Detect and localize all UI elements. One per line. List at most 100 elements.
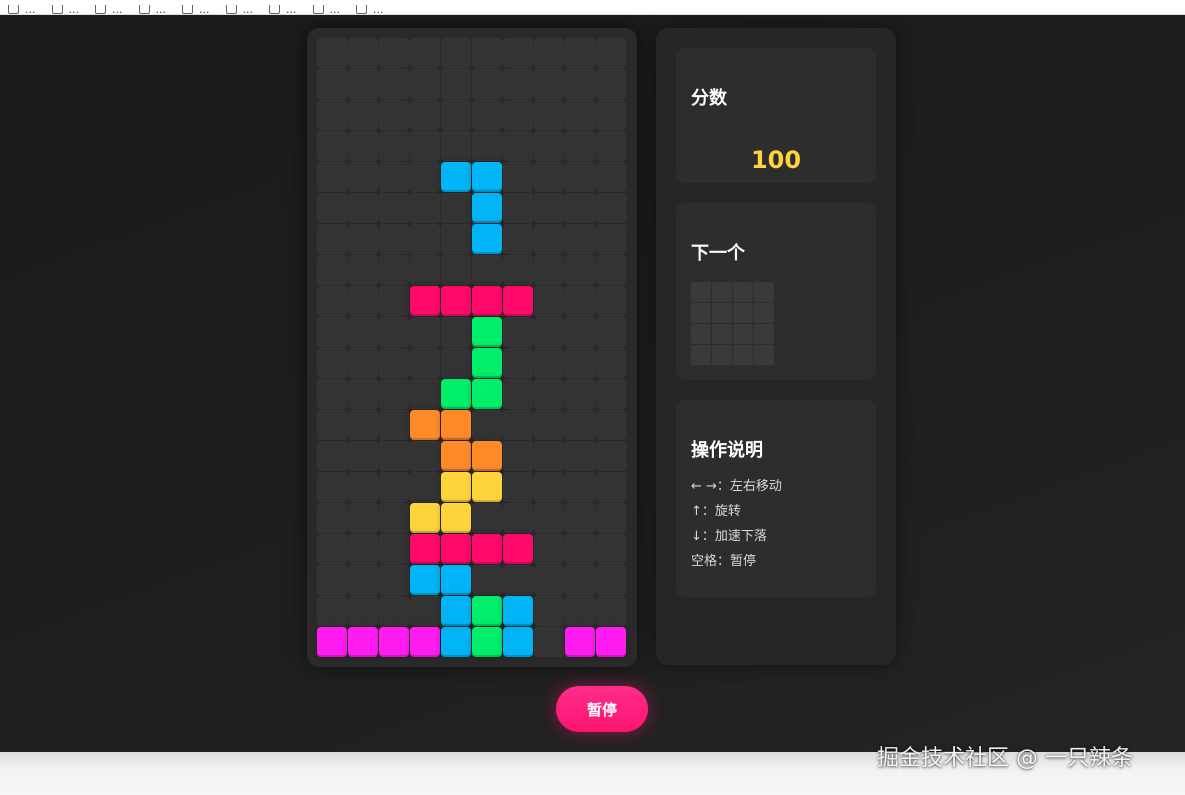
empty-cell bbox=[565, 38, 595, 68]
empty-cell bbox=[379, 38, 409, 68]
bookmark-label: ... bbox=[112, 5, 123, 14]
bookmark-item[interactable]: ... bbox=[8, 5, 36, 14]
preview-empty-cell bbox=[712, 324, 732, 344]
bookmark-item[interactable]: ... bbox=[225, 5, 253, 14]
preview-empty-cell bbox=[754, 324, 774, 344]
empty-cell bbox=[596, 131, 626, 161]
empty-cell bbox=[503, 317, 533, 347]
bookmark-item[interactable]: ... bbox=[95, 5, 123, 14]
empty-cell bbox=[534, 69, 564, 99]
bookmark-item[interactable]: ... bbox=[356, 5, 384, 14]
bookmark-label: ... bbox=[329, 5, 341, 14]
empty-cell bbox=[472, 503, 502, 533]
empty-cell bbox=[503, 503, 533, 533]
empty-cell bbox=[317, 534, 347, 564]
empty-cell bbox=[565, 286, 595, 316]
empty-cell bbox=[348, 69, 378, 99]
empty-cell bbox=[348, 503, 378, 533]
empty-cell bbox=[503, 100, 533, 130]
empty-cell bbox=[534, 534, 564, 564]
empty-cell bbox=[503, 162, 533, 192]
empty-cell bbox=[472, 410, 502, 440]
empty-cell bbox=[534, 410, 564, 440]
empty-cell bbox=[410, 193, 440, 223]
block-T bbox=[565, 627, 595, 657]
empty-cell bbox=[534, 131, 564, 161]
block-I bbox=[441, 596, 471, 626]
control-move: ← →：左右移动 bbox=[691, 479, 782, 494]
empty-cell bbox=[565, 565, 595, 595]
bookmark-item[interactable]: ... bbox=[312, 5, 341, 14]
score-title: 分数 bbox=[691, 88, 727, 109]
empty-cell bbox=[565, 503, 595, 533]
block-O bbox=[472, 472, 502, 502]
empty-cell bbox=[565, 69, 595, 99]
empty-cell bbox=[503, 224, 533, 254]
empty-cell bbox=[441, 255, 471, 285]
folder-icon bbox=[8, 5, 19, 14]
folder-icon bbox=[95, 5, 106, 14]
empty-cell bbox=[534, 348, 564, 378]
empty-cell bbox=[348, 193, 378, 223]
empty-cell bbox=[348, 472, 378, 502]
empty-cell bbox=[472, 255, 502, 285]
empty-cell bbox=[596, 596, 626, 626]
block-O bbox=[441, 472, 471, 502]
empty-cell bbox=[379, 317, 409, 347]
empty-cell bbox=[317, 379, 347, 409]
bookmark-item[interactable]: ... bbox=[51, 5, 80, 14]
empty-cell bbox=[503, 193, 533, 223]
bookmark-label: ... bbox=[199, 5, 210, 14]
preview-empty-cell bbox=[691, 303, 711, 323]
block-Z bbox=[472, 534, 502, 564]
empty-cell bbox=[348, 100, 378, 130]
controls-card: 操作说明 ← →：左右移动 ↑：旋转 ↓：加速下落 空格：暂停 bbox=[676, 400, 876, 597]
preview-empty-cell bbox=[733, 345, 753, 365]
empty-cell bbox=[472, 69, 502, 99]
empty-cell bbox=[317, 565, 347, 595]
bookmark-item[interactable]: ... bbox=[138, 5, 166, 14]
block-T bbox=[317, 627, 347, 657]
bookmark-item[interactable]: ... bbox=[269, 5, 297, 14]
empty-cell bbox=[317, 162, 347, 192]
empty-cell bbox=[348, 255, 378, 285]
empty-cell bbox=[534, 255, 564, 285]
empty-cell bbox=[565, 379, 595, 409]
bookmark-label: ... bbox=[286, 5, 297, 14]
folder-icon bbox=[225, 5, 237, 14]
empty-cell bbox=[534, 472, 564, 502]
bookmark-item[interactable]: ... bbox=[182, 5, 210, 14]
empty-cell bbox=[596, 348, 626, 378]
empty-cell bbox=[472, 38, 502, 68]
empty-cell bbox=[348, 162, 378, 192]
empty-cell bbox=[503, 38, 533, 68]
empty-cell bbox=[441, 131, 471, 161]
empty-cell bbox=[348, 379, 378, 409]
empty-cell bbox=[348, 348, 378, 378]
empty-cell bbox=[534, 38, 564, 68]
folder-icon bbox=[356, 5, 367, 14]
block-T bbox=[596, 627, 626, 657]
empty-cell bbox=[410, 224, 440, 254]
empty-cell bbox=[379, 534, 409, 564]
empty-cell bbox=[565, 472, 595, 502]
pause-button[interactable]: 暂停 bbox=[556, 686, 648, 732]
empty-cell bbox=[410, 348, 440, 378]
empty-cell bbox=[534, 317, 564, 347]
empty-cell bbox=[348, 131, 378, 161]
empty-cell bbox=[441, 38, 471, 68]
side-panel: 分数 100 下一个 操作说明 ← →：左右移动 ↑：旋转 ↓：加速下落 空格：… bbox=[656, 28, 896, 665]
block-Z bbox=[410, 286, 440, 316]
empty-cell bbox=[503, 379, 533, 409]
empty-cell bbox=[534, 100, 564, 130]
empty-cell bbox=[503, 410, 533, 440]
empty-cell bbox=[565, 131, 595, 161]
empty-cell bbox=[503, 565, 533, 595]
empty-cell bbox=[441, 317, 471, 347]
empty-cell bbox=[317, 286, 347, 316]
bookmark-label: ... bbox=[68, 5, 80, 14]
block-O bbox=[410, 503, 440, 533]
empty-cell bbox=[348, 441, 378, 471]
folder-icon bbox=[182, 5, 193, 14]
empty-cell bbox=[379, 565, 409, 595]
